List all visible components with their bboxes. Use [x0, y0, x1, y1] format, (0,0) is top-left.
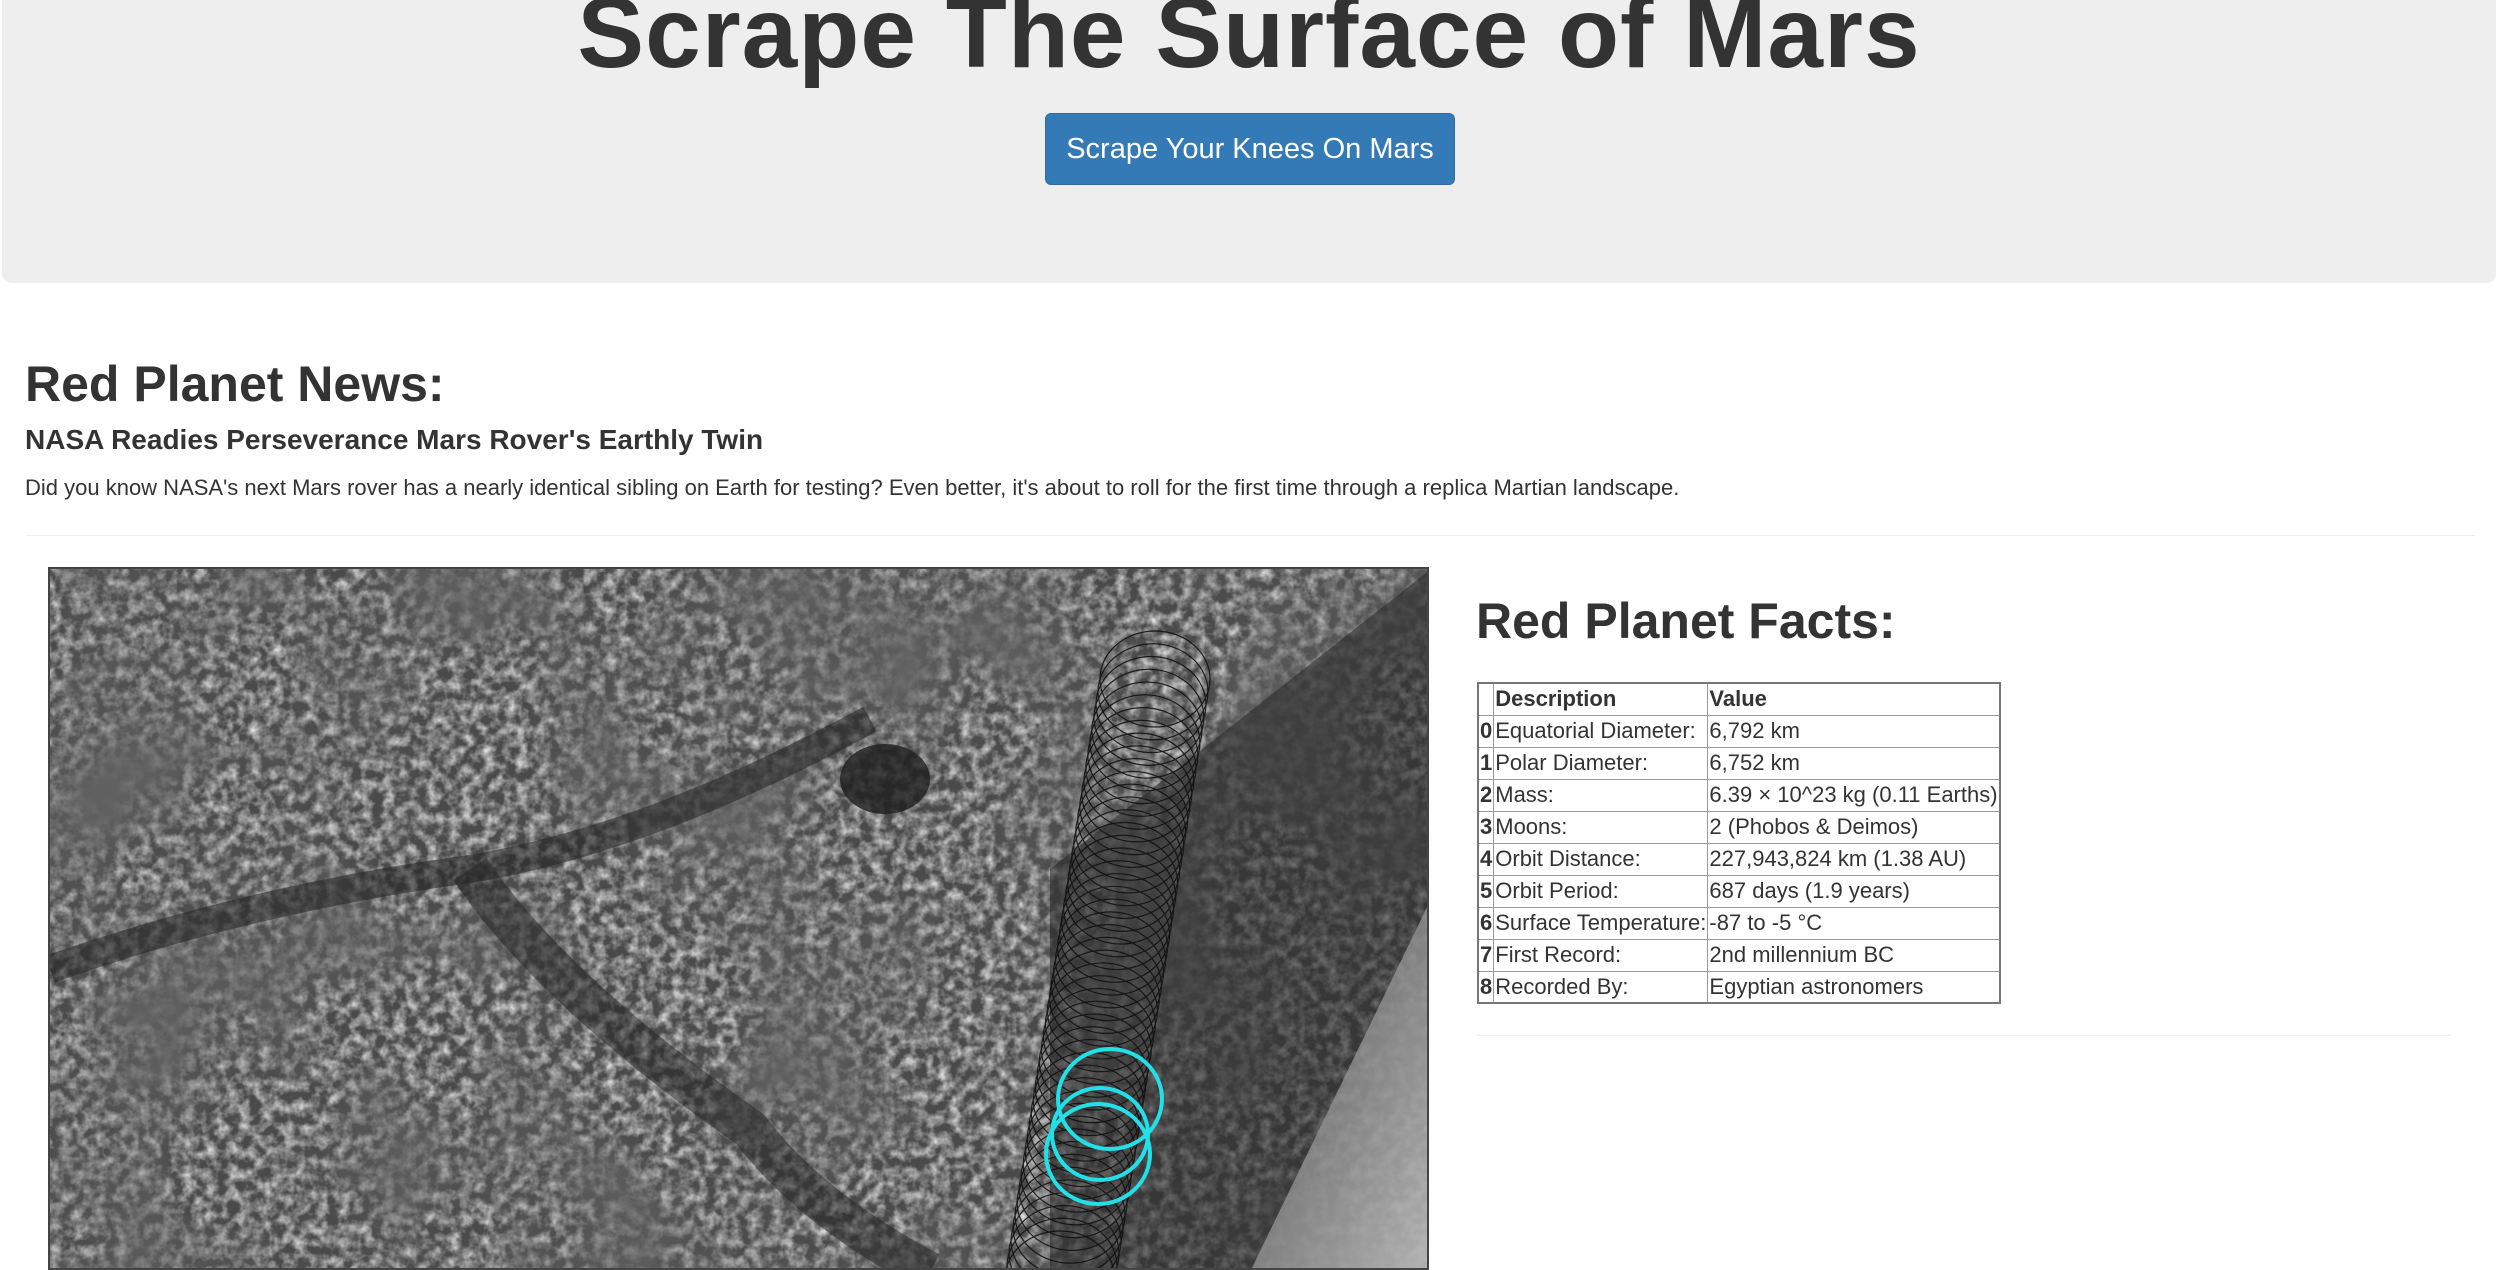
page-title: Scrape The Surface of Mars — [577, 0, 1921, 89]
table-row: 0 Equatorial Diameter: 6,792 km — [1477, 714, 2001, 748]
column-header-value: Value — [1707, 682, 2001, 716]
row-description: Orbit Distance: — [1493, 842, 1709, 876]
row-description: Recorded By: — [1493, 970, 1709, 1004]
row-value: 2 (Phobos & Deimos) — [1707, 810, 2001, 844]
row-value: 6.39 × 10^23 kg (0.11 Earths) — [1707, 778, 2001, 812]
row-index: 6 — [1477, 906, 1495, 940]
news-paragraph: Did you know NASA's next Mars rover has … — [25, 475, 1680, 500]
row-description: Orbit Period: — [1493, 874, 1709, 908]
row-value: 6,792 km — [1707, 714, 2001, 748]
jumbotron-header: Scrape The Surface of Mars Scrape Your K… — [2, 0, 2496, 283]
column-header-description: Description — [1493, 682, 1709, 716]
row-index: 8 — [1477, 970, 1495, 1004]
row-description: Polar Diameter: — [1493, 746, 1709, 780]
featured-mars-image — [48, 567, 1429, 1270]
row-value: 227,943,824 km (1.38 AU) — [1707, 842, 2001, 876]
column-header-index — [1477, 682, 1495, 716]
table-row: 5 Orbit Period: 687 days (1.9 years) — [1477, 874, 2001, 908]
row-value: Egyptian astronomers — [1707, 970, 2001, 1004]
table-row: 4 Orbit Distance: 227,943,824 km (1.38 AU) — [1477, 842, 2001, 876]
row-value: 6,752 km — [1707, 746, 2001, 780]
facts-section-heading: Red Planet Facts: — [1476, 593, 1896, 649]
table-row: 8 Recorded By: Egyptian astronomers — [1477, 970, 2001, 1004]
row-index: 2 — [1477, 778, 1495, 812]
row-description: Equatorial Diameter: — [1493, 714, 1709, 748]
news-section-heading: Red Planet News: — [25, 356, 445, 412]
row-index: 3 — [1477, 810, 1495, 844]
row-value: -87 to -5 °C — [1707, 906, 2001, 940]
row-description: Mass: — [1493, 778, 1709, 812]
row-index: 7 — [1477, 938, 1495, 972]
table-row: 2 Mass: 6.39 × 10^23 kg (0.11 Earths) — [1477, 778, 2001, 812]
divider — [25, 535, 2475, 536]
table-row: 1 Polar Diameter: 6,752 km — [1477, 746, 2001, 780]
table-row: 7 First Record: 2nd millennium BC — [1477, 938, 2001, 972]
table-row: 6 Surface Temperature: -87 to -5 °C — [1477, 906, 2001, 940]
row-index: 5 — [1477, 874, 1495, 908]
row-index: 1 — [1477, 746, 1495, 780]
mars-facts-table: Description Value 0 Equatorial Diameter: 6… — [1477, 682, 2001, 1004]
row-index: 4 — [1477, 842, 1495, 876]
divider — [1476, 1035, 2451, 1036]
row-description: Moons: — [1493, 810, 1709, 844]
row-index: 0 — [1477, 714, 1495, 748]
scrape-button[interactable]: Scrape Your Knees On Mars — [1045, 113, 1455, 185]
row-description: First Record: — [1493, 938, 1709, 972]
row-value: 687 days (1.9 years) — [1707, 874, 2001, 908]
row-value: 2nd millennium BC — [1707, 938, 2001, 972]
row-description: Surface Temperature: — [1493, 906, 1709, 940]
news-title: NASA Readies Perseverance Mars Rover's E… — [25, 424, 764, 455]
table-row: 3 Moons: 2 (Phobos & Deimos) — [1477, 810, 2001, 844]
table-header-row: Description Value — [1477, 682, 2001, 716]
